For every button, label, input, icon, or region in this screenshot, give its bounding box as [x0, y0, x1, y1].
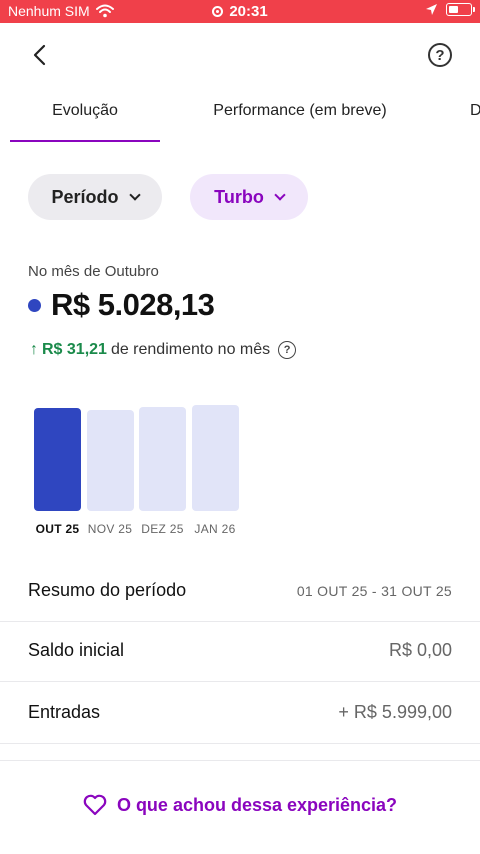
- status-right: [425, 3, 475, 16]
- turbo-filter-label: Turbo: [214, 186, 264, 207]
- battery-icon: [446, 3, 475, 16]
- deposits-value: + R$ 5.999,00: [338, 702, 452, 722]
- chevron-down-icon: [128, 188, 141, 201]
- initial-balance-label: Saldo inicial: [28, 640, 125, 660]
- chart-bar-active[interactable]: [34, 408, 81, 511]
- chevron-down-icon: [274, 188, 286, 201]
- initial-balance-row: Saldo inicial R$ 0,00: [0, 620, 480, 682]
- deposits-label: Entradas: [28, 702, 101, 722]
- chart-tick-label: JAN 26: [194, 522, 236, 536]
- period-filter-label: Período: [51, 186, 119, 207]
- period-summary-label: Resumo do período: [28, 580, 187, 600]
- series-dot: [28, 298, 41, 312]
- chart-bar[interactable]: [191, 405, 239, 511]
- status-center: 20:31: [0, 3, 480, 20]
- arrow-up-icon: ↑: [30, 341, 38, 358]
- yield-line: ↑ R$ 31,21 de rendimento no mês ?: [30, 341, 297, 359]
- balance-display: R$ 5.028,13: [28, 287, 215, 323]
- monthly-bar-chart: OUT 25 NOV 25 DEZ 25 JAN 26: [30, 400, 250, 545]
- period-summary-row: Resumo do período 01 OUT 25 - 31 OUT 25: [0, 560, 480, 622]
- divider: [0, 760, 480, 761]
- back-button[interactable]: [24, 40, 54, 70]
- chart-bar[interactable]: [86, 410, 134, 511]
- status-time: 20:31: [229, 3, 268, 20]
- feedback-label: O que achou dessa experiência?: [116, 794, 398, 815]
- active-tab-indicator: [10, 140, 160, 142]
- chart-tick-label: NOV 25: [87, 522, 133, 536]
- tab-evolucao[interactable]: Evolução: [10, 102, 160, 120]
- tab-performance[interactable]: Performance (em breve): [200, 102, 400, 120]
- tab-bar: Evolução Performance (em breve) D: [0, 92, 480, 144]
- feedback-button[interactable]: O que achou dessa experiência?: [0, 794, 480, 816]
- deposits-row: Entradas + R$ 5.999,00: [0, 682, 480, 744]
- question-circle-icon: ?: [435, 46, 445, 64]
- chart-tick-label: OUT 25: [35, 522, 80, 536]
- turbo-filter-button[interactable]: Turbo: [190, 174, 308, 220]
- recording-icon: [212, 6, 224, 17]
- heart-icon: [83, 794, 107, 816]
- status-bar: Nenhum SIM 20:31: [0, 0, 480, 23]
- period-filter-button[interactable]: Período: [28, 174, 162, 220]
- chevron-left-icon: [33, 44, 46, 66]
- yield-amount: R$ 31,21: [42, 341, 107, 358]
- chart-bar[interactable]: [139, 407, 186, 511]
- yield-text: de rendimento no mês: [110, 341, 271, 358]
- location-arrow-icon: [426, 4, 437, 15]
- help-button[interactable]: ?: [428, 43, 452, 67]
- period-summary-range: 01 OUT 25 - 31 OUT 25: [296, 583, 452, 599]
- chart-tick-label: DEZ 25: [141, 522, 184, 536]
- initial-balance-value: R$ 0,00: [388, 640, 452, 660]
- month-label: No mês de Outubro: [28, 263, 159, 280]
- tab-third[interactable]: D: [470, 102, 480, 120]
- balance-value: R$ 5.028,13: [51, 287, 215, 322]
- info-icon[interactable]: ?: [278, 341, 297, 359]
